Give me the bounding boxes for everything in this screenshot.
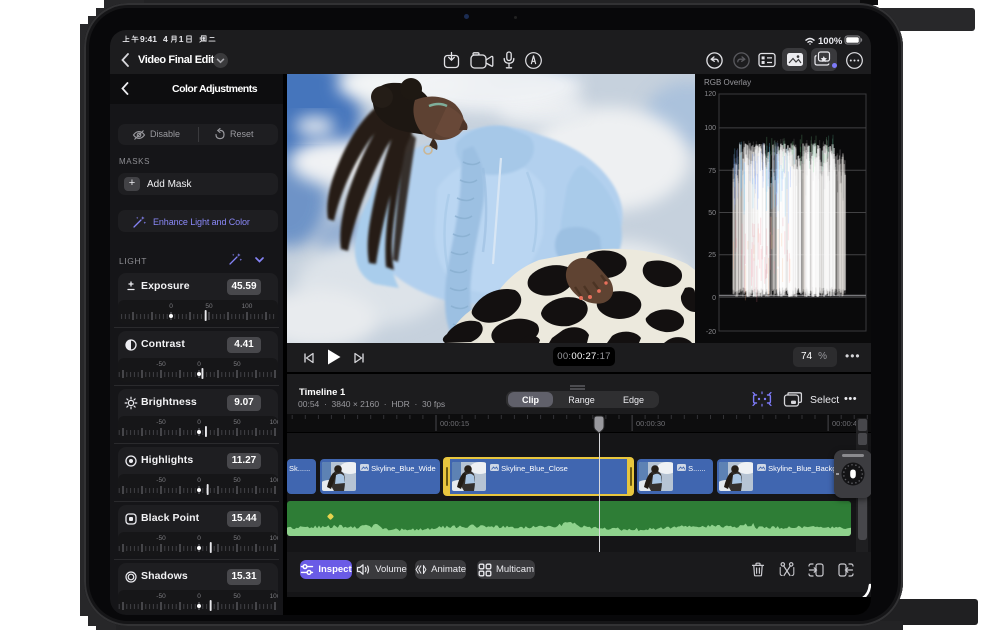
svg-text:-50: -50: [156, 361, 166, 368]
svg-text:0: 0: [197, 477, 201, 484]
svg-text:-50: -50: [156, 419, 166, 426]
svg-text:100: 100: [270, 535, 278, 542]
svg-text:0: 0: [197, 593, 201, 600]
svg-text:100%: 100%: [818, 36, 843, 46]
svg-text:0: 0: [197, 419, 201, 426]
svg-text:0: 0: [169, 303, 173, 310]
svg-text:50: 50: [233, 361, 241, 368]
svg-text:50: 50: [233, 419, 241, 426]
svg-text:00:00:30: 00:00:30: [636, 419, 665, 428]
svg-text:-50: -50: [156, 477, 166, 484]
svg-text:100: 100: [270, 419, 278, 426]
svg-text:0: 0: [197, 361, 201, 368]
svg-text:100: 100: [270, 593, 278, 600]
svg-text:-50: -50: [156, 593, 166, 600]
svg-text:00:00:15: 00:00:15: [440, 419, 469, 428]
svg-text:100: 100: [242, 303, 253, 310]
svg-text:50: 50: [205, 303, 213, 310]
svg-text:-50: -50: [156, 535, 166, 542]
svg-text:0: 0: [197, 535, 201, 542]
svg-text:50: 50: [233, 593, 241, 600]
svg-text:100: 100: [270, 477, 278, 484]
svg-text:50: 50: [233, 477, 241, 484]
svg-text:50: 50: [233, 535, 241, 542]
svg-text:00:00:4: 00:00:4: [832, 419, 857, 428]
